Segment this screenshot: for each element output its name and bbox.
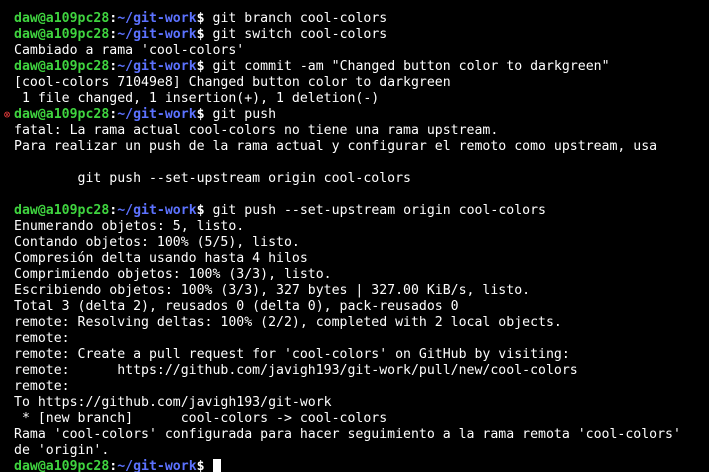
output-line: Enumerando objetos: 5, listo. <box>0 219 709 235</box>
output-text: remote: <box>14 379 70 394</box>
output-line: To https://github.com/javigh193/git-work <box>0 395 709 411</box>
prompt-symbol: $ <box>196 27 205 42</box>
prompt-symbol: $ <box>196 203 205 218</box>
prompt-symbol: $ <box>196 59 205 74</box>
prompt-user-host: daw@a109pc28 <box>14 459 110 472</box>
output-line: Escribiendo objetos: 100% (3/3), 327 byt… <box>0 283 709 299</box>
output-text: Compresión delta usando hasta 4 hilos <box>14 251 308 266</box>
output-text: Total 3 (delta 2), reusados 0 (delta 0),… <box>14 299 459 314</box>
command-text <box>205 459 213 472</box>
prompt-user-host: daw@a109pc28 <box>14 11 110 26</box>
prompt-symbol: $ <box>196 107 205 122</box>
prompt-line: daw@a109pc28:~/git-work$ <box>0 459 709 472</box>
prompt-user-host: daw@a109pc28 <box>14 59 110 74</box>
prompt-path: ~/git-work <box>117 11 197 26</box>
output-line: Comprimiendo objetos: 100% (3/3), listo. <box>0 267 709 283</box>
output-line: 1 file changed, 1 insertion(+), 1 deleti… <box>0 91 709 107</box>
terminal-window[interactable]: daw@a109pc28:~/git-work$ git branch cool… <box>0 0 709 472</box>
output-text: de 'origin'. <box>14 443 110 458</box>
prompt-path: ~/git-work <box>117 107 197 122</box>
output-text: * [new branch] cool-colors -> cool-color… <box>14 411 388 426</box>
output-line: de 'origin'. <box>0 443 709 459</box>
output-text: Rama 'cool-colors' configurada para hace… <box>14 427 681 442</box>
output-text: git push --set-upstream origin cool-colo… <box>14 171 411 186</box>
output-text: [cool-colors 71049e8] Changed button col… <box>14 75 451 90</box>
output-text: To https://github.com/javigh193/git-work <box>14 395 332 410</box>
output-line: Cambiado a rama 'cool-colors' <box>0 43 709 59</box>
output-text: remote: <box>14 331 70 346</box>
output-text: Cambiado a rama 'cool-colors' <box>14 43 245 58</box>
output-line <box>0 0 709 11</box>
prompt-user-host: daw@a109pc28 <box>14 107 110 122</box>
command-text: git branch cool-colors <box>204 11 388 26</box>
prompt-line: daw@a109pc28:~/git-work$ git switch cool… <box>0 27 709 43</box>
prompt-line: daw@a109pc28:~/git-work$ git commit -am … <box>0 59 709 75</box>
output-line: [cool-colors 71049e8] Changed button col… <box>0 75 709 91</box>
output-line: Contando objetos: 100% (5/5), listo. <box>0 235 709 251</box>
output-text: Comprimiendo objetos: 100% (3/3), listo. <box>14 267 332 282</box>
prompt-symbol: $ <box>196 11 205 26</box>
command-text: git switch cool-colors <box>204 27 388 42</box>
output-line: remote: https://github.com/javigh193/git… <box>0 363 709 379</box>
prompt-path: ~/git-work <box>117 59 197 74</box>
output-text: Enumerando objetos: 5, listo. <box>14 219 245 234</box>
output-text: Contando objetos: 100% (5/5), listo. <box>14 235 300 250</box>
prompt-line: daw@a109pc28:~/git-work$ git push --set-… <box>0 203 709 219</box>
output-line: remote: <box>0 331 709 347</box>
output-line: Rama 'cool-colors' configurada para hace… <box>0 427 709 443</box>
output-line: remote: <box>0 379 709 395</box>
output-text: remote: Resolving deltas: 100% (2/2), co… <box>14 315 562 330</box>
prompt-user-host: daw@a109pc28 <box>14 203 110 218</box>
output-text: Para realizar un push de la rama actual … <box>14 139 658 154</box>
prompt-line: daw@a109pc28:~/git-work$ git branch cool… <box>0 11 709 27</box>
output-line: Total 3 (delta 2), reusados 0 (delta 0),… <box>0 299 709 315</box>
prompt-path: ~/git-work <box>117 27 197 42</box>
command-text: git push <box>204 107 277 122</box>
command-text: git commit -am "Changed button color to … <box>204 59 610 74</box>
output-line: Compresión delta usando hasta 4 hilos <box>0 251 709 267</box>
error-status-icon: ⊗ <box>3 108 11 121</box>
prompt-path: ~/git-work <box>117 203 197 218</box>
prompt-path: ~/git-work <box>117 459 197 472</box>
output-line: Para realizar un push de la rama actual … <box>0 139 709 155</box>
prompt-symbol: $ <box>196 459 205 472</box>
output-line: remote: Create a pull request for 'cool-… <box>0 347 709 363</box>
output-text: remote: https://github.com/javigh193/git… <box>14 363 578 378</box>
output-text: remote: Create a pull request for 'cool-… <box>14 347 570 362</box>
output-text: fatal: La rama actual cool-colors no tie… <box>14 123 499 138</box>
output-line: git push --set-upstream origin cool-colo… <box>0 171 709 187</box>
output-text: 1 file changed, 1 insertion(+), 1 deleti… <box>14 91 380 106</box>
prompt-line: ⊗ daw@a109pc28:~/git-work$ git push <box>0 107 709 123</box>
command-text: git push --set-upstream origin cool-colo… <box>204 203 546 218</box>
output-line: remote: Resolving deltas: 100% (2/2), co… <box>0 315 709 331</box>
text-cursor[interactable] <box>212 459 221 472</box>
prompt-user-host: daw@a109pc28 <box>14 27 110 42</box>
output-line: fatal: La rama actual cool-colors no tie… <box>0 123 709 139</box>
output-line: * [new branch] cool-colors -> cool-color… <box>0 411 709 427</box>
output-text: Escribiendo objetos: 100% (3/3), 327 byt… <box>14 283 531 298</box>
